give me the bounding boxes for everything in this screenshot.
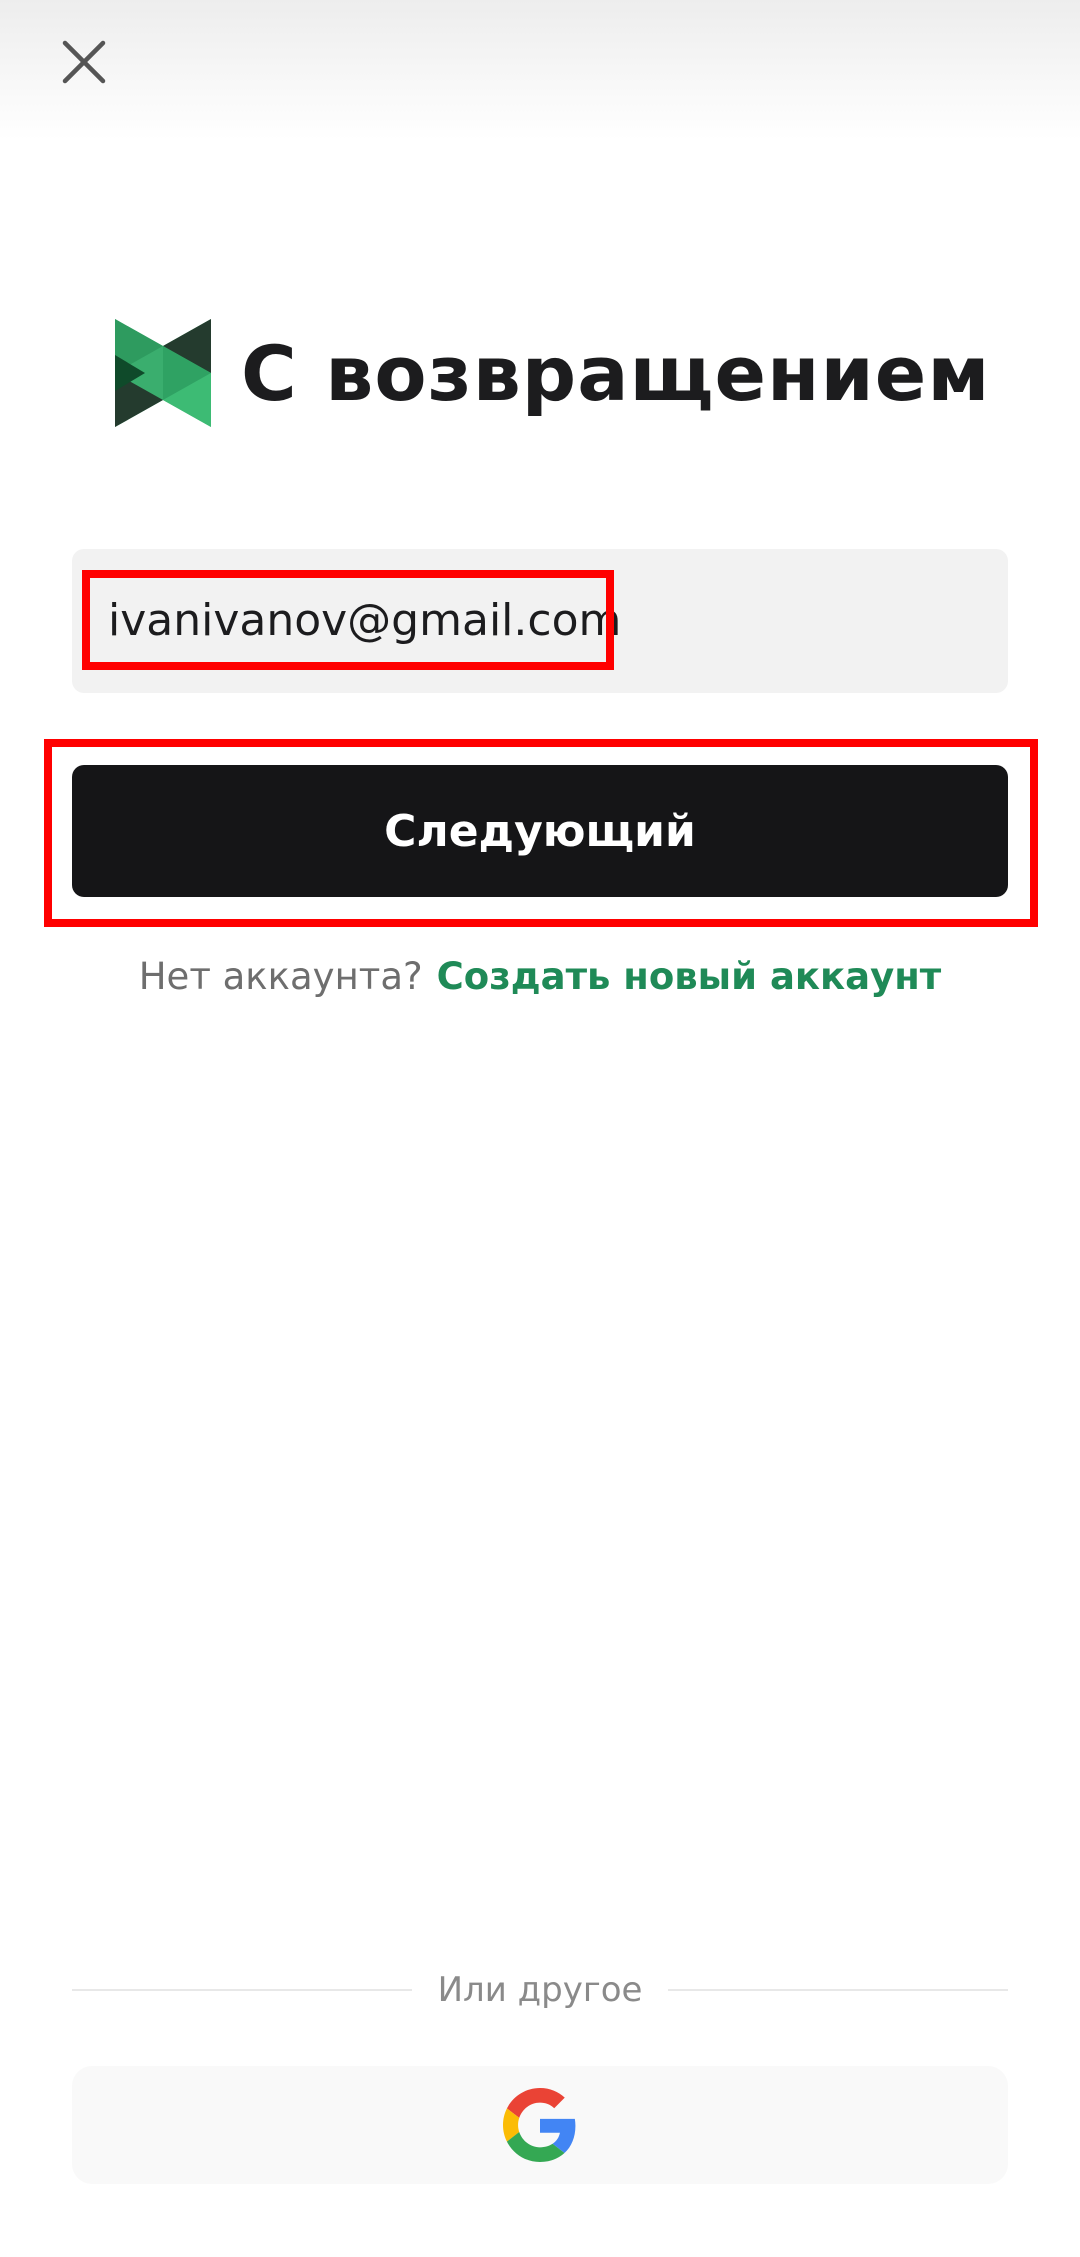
next-button[interactable]: Следующий — [72, 765, 1008, 897]
page-title: С возвращением — [241, 328, 991, 418]
brand-header: С возвращением — [115, 318, 990, 428]
create-account-link[interactable]: Создать новый аккаунт — [437, 955, 942, 998]
alternatives-divider: Или другое — [72, 1965, 1008, 2015]
top-bar — [0, 0, 1080, 140]
signup-prompt: Нет аккаунта? — [138, 955, 423, 998]
email-field[interactable]: ivanivanov@gmail.com — [72, 549, 1008, 693]
google-sign-in-button[interactable] — [72, 2066, 1008, 2184]
login-screen: С возвращением ivanivanov@gmail.com След… — [0, 0, 1080, 2257]
close-icon — [62, 40, 106, 84]
brand-logo-icon — [115, 319, 211, 427]
divider-line-left — [72, 1989, 412, 1991]
google-icon — [503, 2088, 576, 2162]
close-button[interactable] — [48, 26, 120, 98]
divider-label: Или другое — [437, 1970, 643, 2010]
signup-row: Нет аккаунта? Создать новый аккаунт — [0, 955, 1080, 998]
divider-line-right — [668, 1989, 1008, 1991]
email-field-value: ivanivanov@gmail.com — [108, 595, 622, 646]
